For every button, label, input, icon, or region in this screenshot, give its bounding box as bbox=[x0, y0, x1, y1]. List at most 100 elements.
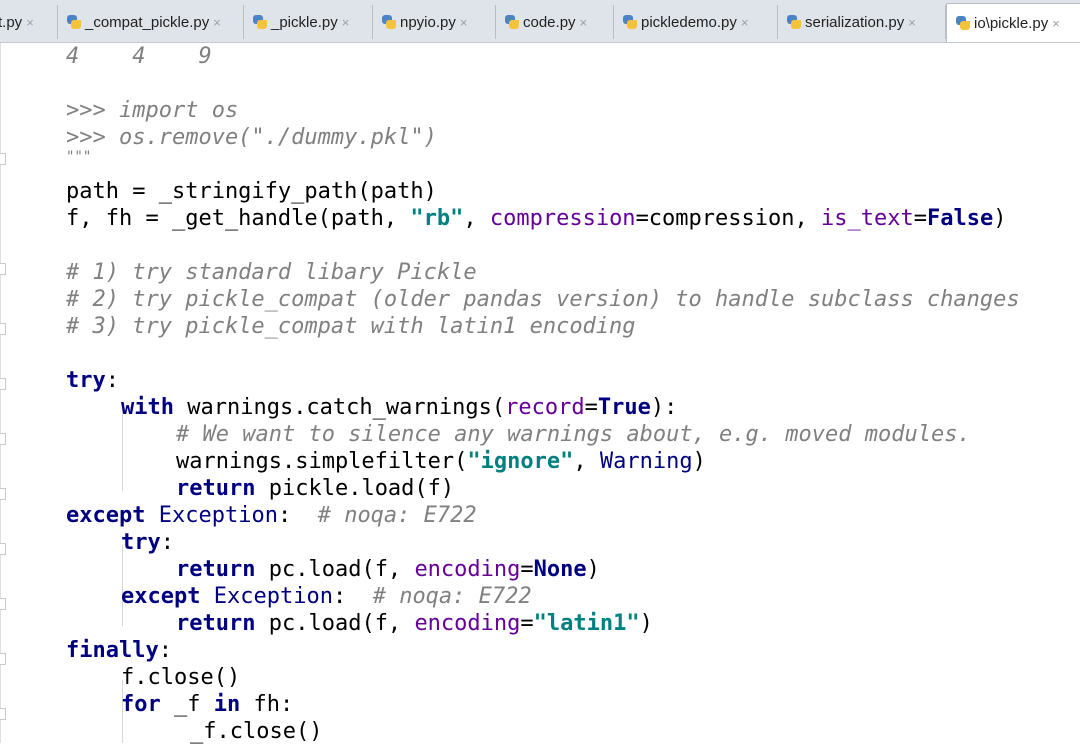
code-token: : bbox=[332, 584, 373, 609]
code-token: = bbox=[520, 611, 534, 636]
code-line: warnings.simplefilter("ignore", Warning) bbox=[176, 448, 706, 475]
code-line: with warnings.catch_warnings(record=True… bbox=[121, 394, 677, 421]
fold-marker-icon[interactable] bbox=[0, 433, 6, 445]
code-line: return pc.load(f, encoding="latin1") bbox=[176, 610, 653, 637]
string-token: "rb" bbox=[410, 206, 464, 231]
tab-t-py[interactable]: t.py × bbox=[0, 5, 58, 39]
param-token: record bbox=[505, 395, 585, 420]
keyword-token: try bbox=[121, 530, 161, 555]
close-icon[interactable]: × bbox=[1052, 16, 1060, 31]
close-icon[interactable]: × bbox=[580, 15, 588, 30]
code-line: # 1) try standard libary Pickle bbox=[66, 260, 477, 285]
builtin-token: Exception bbox=[213, 584, 333, 609]
fold-marker-icon[interactable] bbox=[0, 543, 6, 555]
fold-marker-icon[interactable] bbox=[0, 263, 6, 275]
keyword-token: return bbox=[176, 557, 256, 582]
code-line: _f.close() bbox=[190, 719, 323, 744]
close-icon[interactable]: × bbox=[741, 15, 749, 30]
code-line: except Exception: # noqa: E722 bbox=[121, 583, 532, 610]
code-token: _f bbox=[160, 692, 214, 717]
python-file-icon bbox=[66, 14, 82, 30]
tab-label: io\pickle.py bbox=[974, 14, 1049, 32]
tab-serialization[interactable]: serialization.py × bbox=[778, 5, 946, 39]
tab-compat-pickle[interactable]: _compat_pickle.py × bbox=[58, 5, 244, 39]
code-token: fh: bbox=[240, 692, 294, 717]
close-icon[interactable]: × bbox=[213, 15, 221, 30]
code-token: f, fh = _get_handle(path, bbox=[66, 206, 411, 231]
string-token: "latin1" bbox=[533, 611, 640, 636]
tab-io-pickle[interactable]: io\pickle.py × bbox=[946, 3, 1080, 42]
code-token: ): bbox=[650, 395, 678, 420]
fold-marker-icon[interactable] bbox=[0, 598, 6, 610]
code-token: warnings.simplefilter( bbox=[176, 449, 468, 474]
python-file-icon bbox=[252, 14, 268, 30]
code-token: = bbox=[584, 395, 598, 420]
keyword-token: finally bbox=[66, 638, 159, 663]
tab-code[interactable]: code.py × bbox=[496, 5, 614, 39]
fold-marker-icon[interactable] bbox=[0, 378, 6, 390]
fold-marker-icon[interactable] bbox=[0, 153, 6, 165]
builtin-token: Exception bbox=[158, 503, 278, 528]
keyword-token: except bbox=[66, 503, 146, 528]
keyword-token: except bbox=[121, 584, 201, 609]
param-token: encoding bbox=[414, 557, 521, 582]
python-file-icon bbox=[786, 14, 802, 30]
code-token: , bbox=[573, 449, 600, 474]
tab-label: _pickle.py bbox=[271, 13, 338, 31]
code-token: : bbox=[105, 368, 119, 393]
fold-marker-icon[interactable] bbox=[0, 653, 6, 665]
string-token: "ignore" bbox=[467, 449, 574, 474]
tab-label: _compat_pickle.py bbox=[85, 13, 210, 31]
param-token: encoding bbox=[414, 611, 521, 636]
close-icon[interactable]: × bbox=[460, 15, 468, 30]
fold-marker-icon[interactable] bbox=[0, 488, 6, 500]
tab-pickledemo[interactable]: pickledemo.py × bbox=[614, 5, 778, 39]
tab-pickle[interactable]: _pickle.py × bbox=[244, 5, 373, 39]
code-line: return pc.load(f, encoding=None) bbox=[176, 556, 600, 583]
close-icon[interactable]: × bbox=[908, 15, 916, 30]
code-line: # We want to silence any warnings about,… bbox=[176, 422, 971, 447]
comment-token: # noqa: E722 bbox=[317, 503, 477, 528]
code-line: finally: bbox=[66, 637, 172, 664]
code-line: path = _stringify_path(path) bbox=[66, 179, 437, 204]
close-icon[interactable]: × bbox=[26, 15, 34, 30]
code-token: , bbox=[463, 206, 490, 231]
keyword-token: True bbox=[597, 395, 651, 420]
tab-label: npyio.py bbox=[400, 13, 456, 31]
keyword-token: with bbox=[121, 395, 174, 420]
builtin-token: Warning bbox=[599, 449, 693, 474]
code-token: : bbox=[160, 530, 174, 555]
fold-marker-icon[interactable] bbox=[0, 323, 6, 335]
code-line: 4 4 9 bbox=[66, 44, 212, 69]
code-token: ) bbox=[993, 206, 1007, 231]
keyword-token: None bbox=[533, 557, 587, 582]
python-file-icon bbox=[504, 14, 520, 30]
tab-npyio[interactable]: npyio.py × bbox=[373, 5, 496, 39]
code-token: : bbox=[158, 638, 172, 663]
python-file-icon bbox=[381, 14, 397, 30]
code-token: ) bbox=[586, 557, 600, 582]
code-line: try: bbox=[121, 529, 174, 556]
code-line: f, fh = _get_handle(path, "rb", compress… bbox=[66, 205, 1006, 232]
code-token: ) bbox=[692, 449, 706, 474]
python-file-icon bbox=[622, 14, 638, 30]
code-token: pickle.load(f) bbox=[255, 476, 455, 501]
code-line: """ bbox=[66, 149, 92, 165]
code-line: >>> import os bbox=[66, 98, 239, 123]
close-icon[interactable]: × bbox=[342, 15, 350, 30]
code-editor[interactable]: 4 4 9 >>> import os >>> os.remove("./dum… bbox=[0, 43, 1080, 744]
code-token: = bbox=[520, 557, 534, 582]
param-token: compression bbox=[489, 206, 636, 231]
fold-marker-icon[interactable] bbox=[0, 708, 6, 720]
code-token: ) bbox=[639, 611, 653, 636]
tab-label: pickledemo.py bbox=[641, 13, 737, 31]
code-line: for _f in fh: bbox=[121, 691, 293, 718]
comment-token: # noqa: E722 bbox=[372, 584, 532, 609]
keyword-token: in bbox=[213, 692, 241, 717]
tab-label: serialization.py bbox=[805, 13, 905, 31]
code-line: >>> os.remove("./dummy.pkl") bbox=[66, 125, 437, 150]
keyword-token: for bbox=[121, 692, 161, 717]
keyword-token: return bbox=[176, 476, 256, 501]
code-line: return pickle.load(f) bbox=[176, 475, 454, 502]
